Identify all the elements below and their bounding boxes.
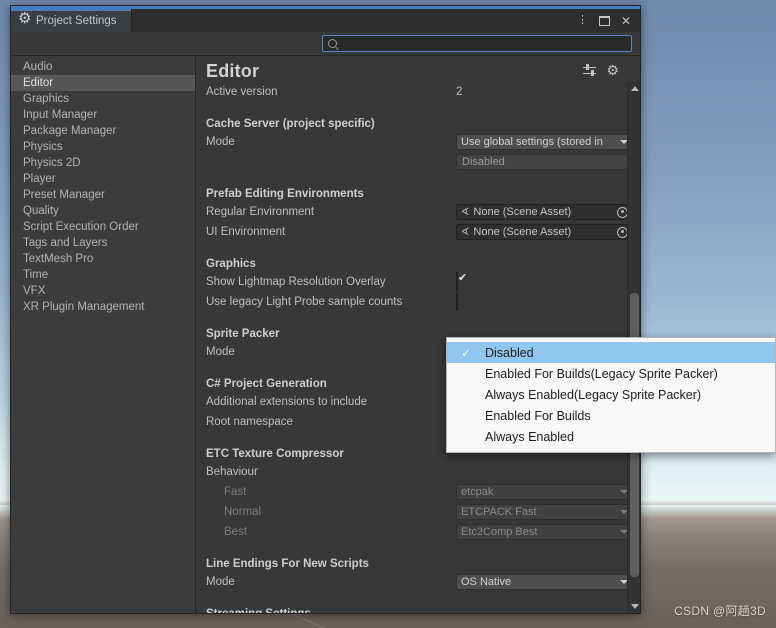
kebab-menu-icon[interactable]: ⋮ (577, 15, 588, 26)
regular-environment-label: Regular Environment (206, 206, 315, 218)
row-etc-fast: Fast etcpak (196, 482, 633, 502)
search-icon (328, 39, 337, 48)
row-show-lightmap-overlay: Show Lightmap Resolution Overlay (196, 272, 627, 292)
tab-project-settings[interactable]: Project Settings (11, 9, 132, 32)
sidebar-item-script-execution-order[interactable]: Script Execution Order (11, 219, 195, 235)
menu-item-enabled-for-builds[interactable]: Enabled For Builds (447, 405, 775, 426)
row-active-version: Active version 2 (196, 82, 627, 102)
etc-normal-dropdown: ETCPACK Fast (456, 504, 633, 520)
section-line-endings: Line Endings For New Scripts (206, 558, 369, 570)
sidebar-item-graphics[interactable]: Graphics (11, 91, 195, 107)
gear-icon[interactable]: ⚙ (606, 63, 619, 77)
show-lightmap-overlay-label: Show Lightmap Resolution Overlay (206, 276, 386, 288)
watermark: CSDN @阿趟3D (674, 604, 766, 618)
additional-extensions-label: Additional extensions to include (206, 396, 368, 408)
scene-asset-icon: ∢ (460, 226, 470, 238)
search-row (11, 32, 640, 56)
legacy-light-probe-label: Use legacy Light Probe sample counts (206, 296, 403, 308)
etc-normal-label: Normal (224, 506, 262, 518)
sidebar-item-tags-and-layers[interactable]: Tags and Layers (11, 235, 195, 251)
cache-server-mode-label: Mode (206, 136, 235, 148)
page-header: Editor ⚙ (196, 56, 627, 82)
row-ui-environment: UI Environment ∢ None (Scene Asset) (196, 222, 633, 242)
sidebar-item-time[interactable]: Time (11, 267, 195, 283)
menu-item-always-enabled[interactable]: Always Enabled (447, 426, 775, 447)
section-streaming-settings: Streaming Settings (196, 600, 627, 613)
scroll-down-icon[interactable] (628, 600, 640, 613)
etc-behaviour-label: Behaviour (206, 466, 258, 478)
sidebar-item-quality[interactable]: Quality (11, 203, 195, 219)
row-regular-environment: Regular Environment ∢ None (Scene Asset) (196, 202, 633, 222)
scene-asset-icon: ∢ (460, 206, 470, 218)
etc-best-dropdown: Etc2Comp Best (456, 524, 633, 540)
line-endings-mode-dropdown[interactable]: OS Native (456, 574, 633, 590)
settings-main-panel: Editor ⚙ Active version 2 Cache Server (… (196, 56, 640, 613)
preset-icon[interactable] (583, 64, 597, 76)
sidebar-item-audio[interactable]: Audio (11, 59, 195, 75)
show-lightmap-overlay-checkbox[interactable] (456, 272, 458, 291)
menu-item-always-enabled-legacy[interactable]: Always Enabled(Legacy Sprite Packer) (447, 384, 775, 405)
settings-sidebar: Audio Editor Graphics Input Manager Pack… (11, 56, 196, 613)
sidebar-item-textmesh-pro[interactable]: TextMesh Pro (11, 251, 195, 267)
menu-item-disabled[interactable]: ✓ Disabled (447, 342, 775, 363)
gear-icon (18, 11, 31, 27)
etc-fast-dropdown: etcpak (456, 484, 633, 500)
row-cache-server-status: Disabled (196, 152, 633, 172)
content-split: Audio Editor Graphics Input Manager Pack… (11, 56, 640, 613)
tab-label: Project Settings (36, 14, 117, 27)
page-title: Editor (206, 61, 260, 81)
ui-environment-object-field[interactable]: ∢ None (Scene Asset) (456, 224, 633, 240)
sidebar-item-xr-plugin-management[interactable]: XR Plugin Management (11, 299, 195, 315)
sprite-packer-mode-dropdown-menu: ✓ Disabled Enabled For Builds(Legacy Spr… (446, 337, 776, 453)
row-etc-normal: Normal ETCPACK Fast (196, 502, 633, 522)
close-icon[interactable]: ✕ (621, 15, 631, 27)
tab-strip: Project Settings ⋮ ✕ (11, 9, 640, 32)
ui-environment-label: UI Environment (206, 226, 286, 238)
sidebar-item-physics-2d[interactable]: Physics 2D (11, 155, 195, 171)
row-cache-server-mode: Mode Use global settings (stored in (196, 132, 633, 152)
section-cache-server: Cache Server (project specific) (206, 118, 375, 130)
scroll-up-icon[interactable] (628, 82, 640, 95)
etc-best-label: Best (224, 526, 248, 538)
row-etc-best: Best Etc2Comp Best (196, 522, 633, 542)
sprite-packer-mode-label: Mode (206, 346, 235, 358)
cache-server-mode-dropdown[interactable]: Use global settings (stored in (456, 134, 633, 150)
sidebar-item-player[interactable]: Player (11, 171, 195, 187)
check-icon: ✓ (460, 345, 472, 360)
menu-item-enabled-for-builds-legacy[interactable]: Enabled For Builds(Legacy Sprite Packer) (447, 363, 775, 384)
sidebar-item-package-manager[interactable]: Package Manager (11, 123, 195, 139)
header-icons: ⚙ (583, 63, 619, 77)
maximize-icon[interactable] (598, 15, 610, 26)
row-line-endings-mode: Mode OS Native (196, 572, 633, 592)
line-endings-mode-label: Mode (206, 576, 235, 588)
search-field[interactable] (322, 35, 632, 52)
sidebar-item-input-manager[interactable]: Input Manager (11, 107, 195, 123)
sidebar-item-physics[interactable]: Physics (11, 139, 195, 155)
legacy-light-probe-checkbox[interactable] (456, 292, 458, 311)
regular-environment-object-field[interactable]: ∢ None (Scene Asset) (456, 204, 633, 220)
cache-server-status-field: Disabled (456, 154, 633, 170)
sidebar-item-editor[interactable]: Editor (11, 75, 195, 91)
project-settings-window: Project Settings ⋮ ✕ Audio Editor Graphi… (10, 5, 641, 614)
window-controls: ⋮ ✕ (577, 9, 640, 32)
etc-fast-label: Fast (224, 486, 247, 498)
section-prefab-editing-environments: Prefab Editing Environments (206, 188, 364, 200)
row-etc-behaviour: Behaviour (196, 462, 627, 482)
root-namespace-label: Root namespace (206, 416, 293, 428)
sidebar-item-vfx[interactable]: VFX (11, 283, 195, 299)
active-version-label: Active version (206, 86, 278, 98)
active-version-value: 2 (456, 86, 463, 98)
section-graphics: Graphics (206, 258, 256, 270)
search-input[interactable] (341, 37, 626, 50)
sidebar-item-preset-manager[interactable]: Preset Manager (11, 187, 195, 203)
row-legacy-light-probe: Use legacy Light Probe sample counts (196, 292, 627, 312)
